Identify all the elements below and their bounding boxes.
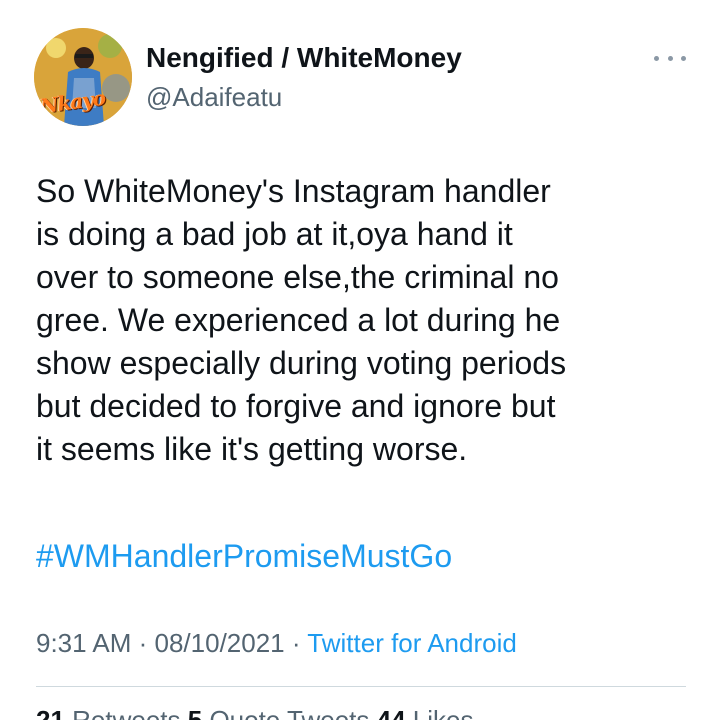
divider: [36, 686, 686, 687]
tweet-source-link[interactable]: Twitter for Android: [307, 628, 517, 658]
retweets-stat[interactable]: 21 Retweets: [36, 705, 188, 720]
more-horizontal-icon: [654, 55, 659, 61]
tweet-time[interactable]: 9:31 AM: [36, 628, 131, 658]
meta-separator: ·: [284, 628, 308, 658]
quotes-stat[interactable]: 5 Quote Tweets: [188, 705, 377, 720]
display-name[interactable]: Nengified / WhiteMoney: [146, 42, 462, 74]
more-options-button[interactable]: [650, 48, 690, 68]
likes-count: 44: [376, 705, 406, 720]
tweet-metadata: 9:31 AM · 08/10/2021 · Twitter for Andro…: [36, 628, 517, 659]
more-horizontal-icon: [681, 55, 686, 61]
quotes-count: 5: [187, 705, 203, 720]
avatar[interactable]: Nkayo: [34, 28, 132, 126]
retweets-count: 21: [36, 705, 65, 720]
user-handle[interactable]: @Adaifeatu: [146, 82, 282, 113]
likes-stat[interactable]: 44 Likes: [377, 705, 474, 720]
more-horizontal-icon: [667, 55, 673, 61]
engagement-stats: 21 Retweets 5 Quote Tweets 44 Likes: [36, 705, 473, 720]
retweets-label: Retweets: [64, 705, 188, 720]
likes-label: Likes: [405, 705, 474, 720]
quotes-label: Quote Tweets: [202, 705, 377, 720]
meta-separator: ·: [131, 628, 155, 658]
tweet-text: So WhiteMoney's Instagram handler is doi…: [36, 173, 567, 467]
tweet-page: Nkayo Nengified / WhiteMoney @Adaifeatu …: [0, 0, 720, 720]
hashtag-link[interactable]: #WMHandlerPromiseMustGo: [36, 538, 452, 575]
tweet-date[interactable]: 08/10/2021: [155, 628, 285, 658]
